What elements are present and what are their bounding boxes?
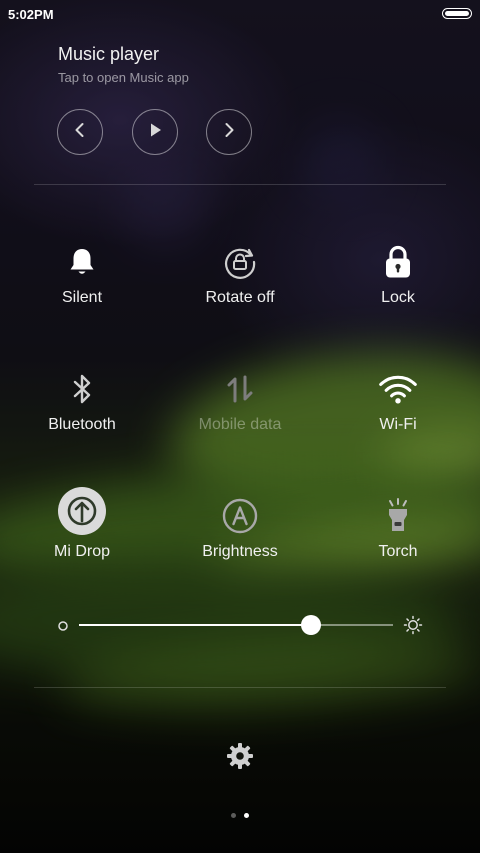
- toggle-label: Mobile data: [198, 416, 282, 433]
- page-dot: [231, 813, 236, 818]
- slider-thumb[interactable]: [301, 615, 322, 635]
- slider-fill: [79, 624, 312, 626]
- toggle-brightness[interactable]: Brightness: [160, 478, 320, 588]
- page-dot-active: [244, 813, 249, 818]
- toggle-label: Bluetooth: [48, 416, 116, 433]
- toggle-label: Mi Drop: [53, 543, 110, 560]
- toggle-label: Lock: [381, 289, 415, 306]
- toggle-wifi[interactable]: Wi-Fi: [318, 351, 478, 461]
- chevron-right-icon: [219, 120, 239, 145]
- music-subtitle[interactable]: Tap to open Music app: [58, 70, 189, 85]
- status-time: 5:02PM: [8, 7, 54, 22]
- toggle-label: Wi-Fi: [379, 416, 417, 433]
- rotate-lock-icon: [220, 242, 260, 282]
- previous-button[interactable]: [57, 109, 103, 155]
- next-button[interactable]: [206, 109, 252, 155]
- auto-brightness-icon: [220, 496, 260, 536]
- wifi-icon: [378, 369, 418, 409]
- play-button[interactable]: [132, 109, 178, 155]
- status-bar: 5:02PM: [0, 0, 480, 28]
- brightness-low-icon: [57, 619, 69, 637]
- torch-icon: [378, 496, 418, 536]
- mobile-data-icon: [220, 369, 260, 409]
- toggle-label: Torch: [378, 543, 418, 560]
- play-icon: [145, 120, 165, 145]
- settings-button[interactable]: [222, 740, 258, 776]
- lock-icon: [378, 242, 418, 282]
- brightness-high-icon: [403, 615, 423, 640]
- toggle-label: Silent: [61, 289, 103, 306]
- brightness-slider[interactable]: [55, 610, 425, 640]
- toggle-rotate[interactable]: Rotate off: [160, 224, 320, 334]
- toggle-silent[interactable]: Silent: [2, 224, 162, 334]
- toggle-torch[interactable]: Torch: [318, 478, 478, 588]
- toggle-mi-drop[interactable]: Mi Drop: [2, 478, 162, 588]
- chevron-left-icon: [70, 120, 90, 145]
- toggle-lock[interactable]: Lock: [318, 224, 478, 334]
- bell-icon: [62, 242, 102, 282]
- divider: [34, 184, 446, 185]
- battery-icon: [442, 8, 472, 19]
- divider: [34, 687, 446, 688]
- toggle-label: Brightness: [202, 543, 278, 560]
- toggle-mobile-data[interactable]: Mobile data: [160, 351, 320, 461]
- gear-icon: [226, 742, 254, 775]
- mi-drop-icon: [57, 486, 107, 536]
- bluetooth-icon: [62, 369, 102, 409]
- toggle-bluetooth[interactable]: Bluetooth: [2, 351, 162, 461]
- music-title[interactable]: Music player: [58, 44, 159, 65]
- toggle-label: Rotate off: [205, 289, 275, 306]
- page-indicator: [0, 813, 480, 821]
